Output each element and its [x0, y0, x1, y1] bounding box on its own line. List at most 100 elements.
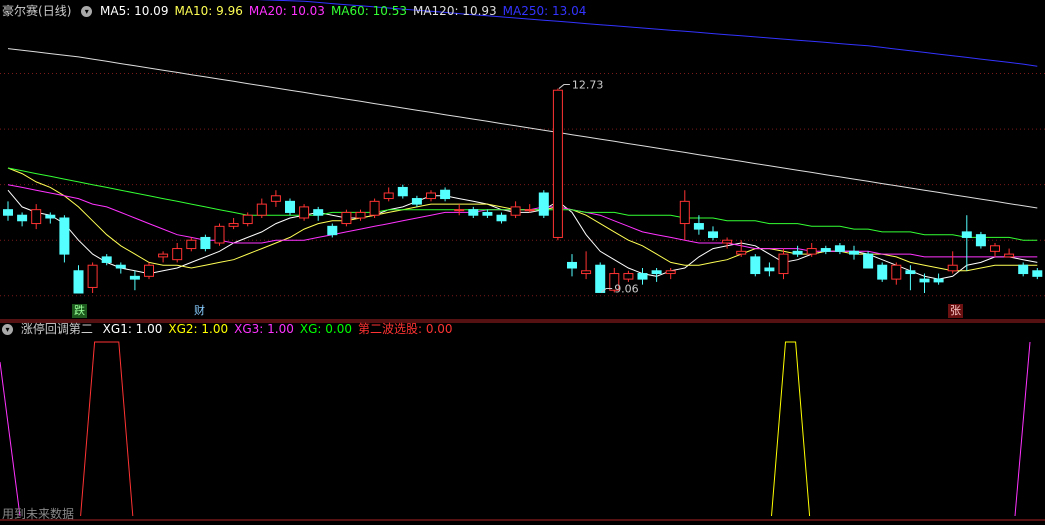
- indicator-lines: [0, 341, 1031, 517]
- candle-body: [256, 203, 267, 216]
- indicator-legend-item-2: XG3: 1.00: [234, 322, 294, 336]
- candle-body: [454, 209, 465, 212]
- main-chart-header: 豪尔赛(日线) ▾ MA5: 10.09 MA10: 9.96 MA20: 10.0…: [2, 3, 598, 19]
- fall-marker[interactable]: 跌: [72, 304, 87, 318]
- candle-body: [736, 250, 747, 255]
- candle-body: [426, 192, 436, 200]
- candle-body: [31, 209, 42, 225]
- candle-body: [665, 270, 676, 275]
- chevron-down-icon[interactable]: ▾: [2, 324, 13, 335]
- indicator-header: ▾ 涨停回调第二 XG1: 1.00 XG2: 1.00 XG3: 1.00 XG: …: [2, 321, 465, 337]
- candle-body: [482, 211, 493, 216]
- candle-body: [440, 189, 451, 200]
- candle-body: [397, 186, 408, 197]
- candle-body: [341, 211, 352, 225]
- candle-body: [45, 214, 56, 219]
- ma-legend-item-4: MA120: 10.93: [412, 4, 497, 18]
- candle-body: [59, 217, 70, 255]
- candle-body: [637, 273, 648, 280]
- candle-body: [792, 250, 803, 255]
- ma-line-ma60: [7, 167, 1038, 241]
- candle-body: [933, 278, 944, 283]
- candle-body: [806, 248, 817, 255]
- candle-body: [172, 248, 183, 261]
- candle-body: [355, 211, 366, 219]
- candle-body: [285, 200, 295, 213]
- chevron-down-icon[interactable]: ▾: [81, 6, 93, 17]
- candle-body: [144, 264, 154, 277]
- candle-body: [919, 278, 930, 283]
- candle-body: [693, 223, 704, 230]
- candle-body: [961, 231, 972, 238]
- candle-body: [228, 223, 239, 227]
- indicator-legend: XG1: 1.00 XG2: 1.00 XG3: 1.00 XG: 0.00 第二波选股…: [103, 322, 459, 336]
- candle-body: [538, 192, 549, 216]
- indicator-legend-item-4: 第二波选股: 0.00: [357, 322, 453, 336]
- candle-body: [820, 248, 831, 252]
- candle-body: [214, 225, 225, 244]
- ma-line-ma120: [7, 48, 1038, 209]
- candle-body: [299, 206, 310, 219]
- candle-body: [87, 264, 98, 288]
- candle-body: [581, 270, 592, 275]
- candle-body: [158, 253, 169, 258]
- candle-body: [270, 195, 281, 202]
- candle-body: [877, 264, 888, 280]
- ma-legend-item-5: MA250: 13.04: [502, 4, 587, 18]
- annotation-leader: [558, 84, 570, 89]
- candle-body: [411, 198, 422, 205]
- candle-body: [750, 256, 761, 275]
- candle-body: [1004, 253, 1015, 258]
- candle-body: [468, 209, 479, 216]
- candle-body: [975, 234, 986, 247]
- candle-body: [115, 264, 126, 269]
- candle-body: [722, 239, 733, 244]
- candle-body: [778, 253, 789, 275]
- candle-body: [510, 206, 521, 216]
- candlestick-chart[interactable]: 12.73 9.06: [0, 0, 1045, 525]
- candle-body: [129, 275, 140, 280]
- indicator-legend-item-3: XG: 0.00: [299, 322, 352, 336]
- candle-body: [891, 264, 902, 280]
- indicator-name[interactable]: 涨停回调第二: [21, 322, 93, 336]
- candle-body: [1018, 264, 1029, 275]
- candles: [3, 88, 1043, 294]
- candle-body: [186, 239, 197, 250]
- candle-body: [369, 200, 380, 216]
- candle-body: [101, 256, 112, 263]
- ma-legend-item-2: MA20: 10.03: [248, 4, 325, 18]
- indicator-xg3: [771, 341, 811, 517]
- ma-legend: MA5: 10.09 MA10: 9.96 MA20: 10.03 MA60: 10.…: [100, 4, 592, 18]
- ma-legend-item-3: MA60: 10.53: [330, 4, 407, 18]
- annotation-label-high: 12.73: [572, 79, 604, 92]
- candle-body: [595, 264, 606, 293]
- finance-marker[interactable]: 财: [192, 304, 207, 318]
- candle-body: [764, 267, 775, 272]
- candle-body: [242, 214, 253, 225]
- candle-body: [905, 270, 916, 275]
- ma-legend-item-0: MA5: 10.09: [100, 4, 169, 18]
- candle-body: [990, 245, 1000, 252]
- candle-body: [679, 200, 690, 225]
- candle-body: [1032, 270, 1043, 277]
- indicator-legend-item-1: XG2: 1.00: [168, 322, 229, 336]
- candle-body: [567, 261, 577, 269]
- period-label[interactable]: (日线): [38, 4, 71, 18]
- candle-body: [708, 231, 718, 238]
- annotation-label-low: 9.06: [614, 282, 639, 295]
- ma-line-ma20: [7, 184, 1038, 258]
- candle-body: [3, 209, 13, 216]
- candle-body: [17, 214, 28, 222]
- grid-lines: [0, 73, 1045, 521]
- indicator-legend-item-0: XG1: 1.00: [102, 322, 163, 336]
- candle-body: [313, 209, 324, 216]
- candle-body: [623, 273, 634, 280]
- candle-body: [73, 270, 84, 294]
- stock-name[interactable]: 豪尔赛: [2, 4, 38, 18]
- candle-body: [524, 209, 535, 212]
- candle-body: [947, 264, 958, 272]
- candle-body: [863, 253, 874, 269]
- ma-legend-item-1: MA10: 9.96: [174, 4, 243, 18]
- indicator-xg2: [80, 341, 134, 517]
- rise-marker[interactable]: 张: [948, 304, 963, 318]
